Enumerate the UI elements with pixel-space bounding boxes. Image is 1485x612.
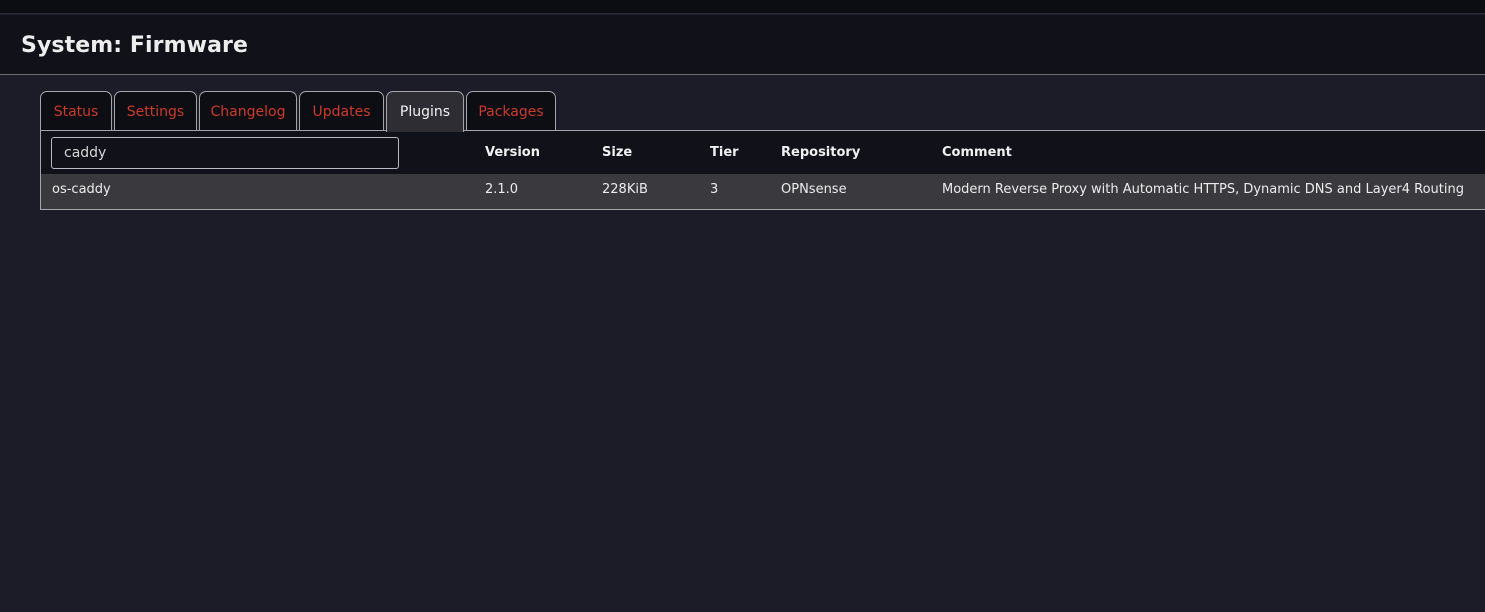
column-header-comment[interactable]: Comment	[942, 145, 1012, 160]
plugins-panel: Version Size Tier Repository Comment os-…	[40, 130, 1485, 210]
plugin-version: 2.1.0	[485, 182, 519, 197]
tab-changelog[interactable]: Changelog	[199, 91, 297, 131]
tab-status[interactable]: Status	[40, 91, 112, 131]
tab-updates[interactable]: Updates	[299, 91, 384, 131]
search-input[interactable]	[51, 137, 399, 169]
column-header-repository[interactable]: Repository	[781, 145, 860, 160]
top-bar	[0, 0, 1485, 14]
table-row[interactable]: os-caddy 2.1.0 228KiB 3 OPNsense Modern …	[41, 174, 1485, 209]
plugin-repository: OPNsense	[781, 182, 847, 197]
column-header-version[interactable]: Version	[485, 145, 540, 160]
tab-plugins[interactable]: Plugins	[386, 91, 464, 132]
column-header-size[interactable]: Size	[602, 145, 632, 160]
plugin-tier: 3	[710, 182, 719, 197]
page-header: System: Firmware	[0, 15, 1485, 75]
plugin-comment: Modern Reverse Proxy with Automatic HTTP…	[942, 182, 1464, 197]
column-header-tier[interactable]: Tier	[710, 145, 739, 160]
tab-packages[interactable]: Packages	[466, 91, 556, 131]
plugin-name: os-caddy	[52, 182, 111, 197]
tab-settings[interactable]: Settings	[114, 91, 197, 131]
tab-bar: Status Settings Changelog Updates Plugin…	[40, 91, 1485, 132]
page-title: System: Firmware	[21, 33, 248, 58]
plugin-size: 228KiB	[602, 182, 648, 197]
